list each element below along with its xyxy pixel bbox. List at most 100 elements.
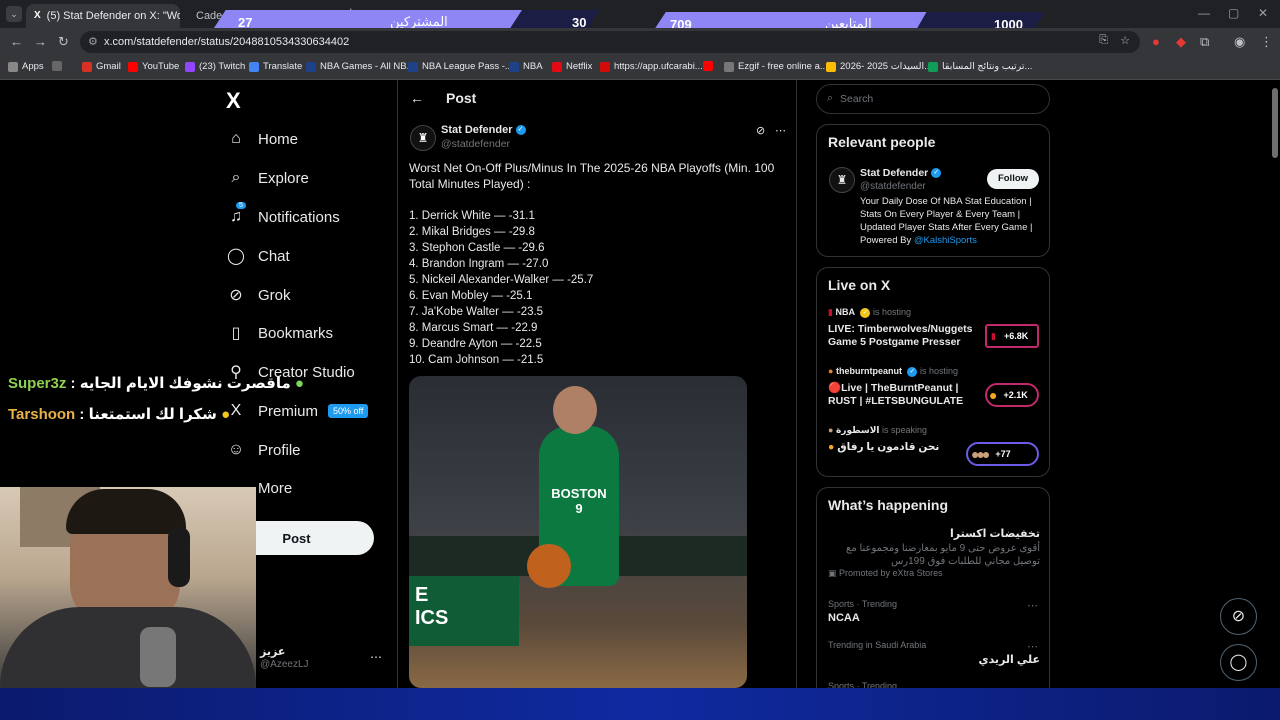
bio-link[interactable]: @KalshiSports [914, 235, 977, 246]
live-listener-pill[interactable]: ●●● +77 [966, 442, 1039, 466]
tab-stat-defender[interactable]: X (5) Stat Defender on X: "Worst N ✕ [26, 4, 180, 28]
bookmark-grid[interactable] [52, 61, 66, 71]
trend-more-icon[interactable]: ⋯ [1027, 640, 1038, 653]
sheets-icon [928, 61, 938, 72]
bookmark-drive[interactable]: السيدات 2025 -2026... [826, 61, 932, 72]
rel-avatar[interactable]: ♜ [829, 167, 855, 193]
back-arrow-icon[interactable]: ← [410, 90, 424, 106]
address-bar[interactable]: ⚙ x.com/statdefender/status/204881053433… [80, 31, 1140, 53]
minimize-icon[interactable]: — [1198, 6, 1210, 20]
nav-notifications[interactable]: ♫ 5 Notifications [226, 202, 340, 232]
ufc-icon [600, 61, 610, 72]
search-icon: ⌕ [231, 169, 241, 186]
reload-icon[interactable]: ↻ [58, 34, 69, 50]
bookmark-sheet[interactable]: ترتيب ونتائج المسابقا... [928, 61, 1032, 72]
live-host: ▮ NBA ✓ is hosting [828, 307, 912, 318]
chat-fab[interactable]: ◯ [1220, 644, 1257, 681]
list-item: 5. Nickeil Alexander-Walker — -25.7 [409, 274, 594, 286]
extensions-icon[interactable]: ⧉ [1200, 34, 1209, 50]
space-icon: ● [828, 441, 835, 453]
account-switcher[interactable]: عزيز @AzeezLJ ⋯ [240, 645, 390, 675]
grok-explain-icon[interactable]: ⊘ [756, 124, 765, 137]
trend-item[interactable]: Trending in Saudi Arabia علي الريدي ⋯ [828, 640, 1040, 666]
page-title: Post [446, 90, 477, 106]
maximize-icon[interactable]: ▢ [1228, 6, 1239, 20]
x-favicon-icon: X [34, 10, 41, 21]
grok-fab[interactable]: ⊘ [1220, 598, 1257, 635]
author-avatar[interactable]: ♜ [410, 125, 436, 151]
bookmark-youtube[interactable]: YouTube [128, 61, 179, 72]
grok-icon: ⊘ [229, 287, 243, 304]
post-photo[interactable]: E ICS BOSTON 9 [409, 376, 747, 688]
author-name[interactable]: Stat Defender ✓ [441, 124, 526, 136]
stream-footer-bar [0, 688, 1280, 720]
chat-message: Super3z : ماقصرت نشوفك الايام الجايه ● [8, 375, 304, 392]
notification-badge: 5 [236, 202, 246, 209]
x-logo-icon[interactable]: X [226, 88, 241, 114]
host-avatar-icon: ● [828, 366, 834, 376]
account-handle: @AzeezLJ [260, 659, 309, 670]
list-item: 2. Mikal Bridges — -29.8 [409, 226, 535, 238]
search-icon: ⌕ [827, 92, 834, 104]
follow-button[interactable]: Follow [987, 169, 1039, 189]
bookmark-yt2[interactable] [703, 61, 717, 71]
account-more-icon[interactable]: ⋯ [370, 650, 382, 664]
emoji-icon: ● [221, 406, 231, 423]
nav-chat[interactable]: ◯ Chat [226, 241, 290, 271]
trend-more-icon[interactable]: ⋯ [1027, 599, 1038, 612]
post-intro: Worst Net On-Off Plus/Minus In The 2025-… [409, 161, 775, 191]
translate-icon [249, 61, 259, 72]
site-info-icon[interactable]: ⚙ [88, 35, 98, 48]
bookmark-translate[interactable]: Translate [249, 61, 302, 72]
extension-pocket-icon[interactable]: ◆ [1176, 34, 1186, 50]
relevant-title: Relevant people [828, 134, 936, 150]
live-title: Live on X [828, 277, 891, 293]
bookmarks-bar: Apps Gmail YouTube (23) Twitch Translate… [0, 56, 1280, 80]
person-icon: ☺ [227, 441, 245, 458]
bookmark-league-pass[interactable]: NBA League Pass -... [408, 61, 513, 72]
post-more-icon[interactable]: ⋯ [775, 124, 786, 137]
home-icon: ⌂ [231, 130, 241, 147]
bookmark-ufcarabia[interactable]: https://app.ufcarabi... [600, 61, 703, 72]
tab-search-icon[interactable]: ⌄ [6, 6, 22, 22]
bookmark-netflix[interactable]: Netflix [552, 61, 592, 72]
bookmark-icon: ▯ [231, 325, 241, 342]
close-window-icon[interactable]: ✕ [1258, 6, 1268, 20]
bookmark-nba[interactable]: NBA [509, 61, 543, 72]
nav-premium[interactable]: X Premium 50% off [226, 396, 369, 426]
live-listener-pill[interactable]: ▮ +6.8K [985, 324, 1039, 348]
verified-icon: ✓ [931, 168, 942, 179]
bookmark-star-icon[interactable]: ☆ [1120, 34, 1130, 47]
search-box[interactable]: ⌕ Search [816, 84, 1050, 114]
list-item: 1. Derrick White — -31.1 [409, 210, 535, 222]
live-listener-pill[interactable]: ● +2.1K [985, 383, 1039, 407]
bookmark-ezgif[interactable]: Ezgif - free online a... [724, 61, 828, 72]
nav-explore[interactable]: ⌕ Explore [226, 163, 309, 193]
forward-icon[interactable]: → [34, 34, 47, 49]
browser-toolbar: ← → ↻ ⚙ x.com/statdefender/status/204881… [0, 28, 1280, 56]
chat-message: Tarshoon : شكرا لك استمتعنا ● [8, 406, 231, 423]
bookmark-nba-games[interactable]: NBA Games - All NB... [306, 61, 415, 72]
nav-grok[interactable]: ⊘ Grok [226, 280, 290, 310]
install-icon[interactable]: ⎘ [1099, 34, 1108, 47]
search-placeholder: Search [840, 93, 874, 105]
trend-item-promoted[interactable]: تخفيضات اكسترا أقوى عروض حتى 9 مايو بمعا… [828, 527, 1040, 579]
back-icon[interactable]: ← [10, 34, 23, 49]
profile-avatar-icon[interactable]: ◉ [1234, 34, 1245, 50]
account-name: عزيز [260, 646, 286, 658]
menu-kebab-icon[interactable]: ⋮ [1260, 34, 1273, 50]
bookmark-twitch[interactable]: (23) Twitch [185, 61, 245, 72]
promoted-icon: ▣ [828, 568, 837, 578]
bookmark-apps[interactable]: Apps [8, 61, 44, 72]
host-avatar-icon: ● [989, 387, 998, 403]
scrollbar[interactable] [1272, 88, 1278, 158]
bookmark-gmail[interactable]: Gmail [82, 61, 121, 72]
nav-profile[interactable]: ☺ Profile [226, 435, 301, 465]
rel-name[interactable]: Stat Defender ✓ [860, 167, 942, 179]
browser-tabbar: ⌄ X (5) Stat Defender on X: "Worst N ✕ C… [0, 0, 1280, 28]
nav-bookmarks[interactable]: ▯ Bookmarks [226, 318, 333, 348]
trend-item[interactable]: Sports · Trending NCAA ⋯ [828, 599, 1040, 624]
nav-home[interactable]: ⌂ Home [226, 124, 298, 154]
extension-red-icon[interactable]: ● [1152, 34, 1160, 49]
verified-icon: ✓ [860, 307, 871, 318]
